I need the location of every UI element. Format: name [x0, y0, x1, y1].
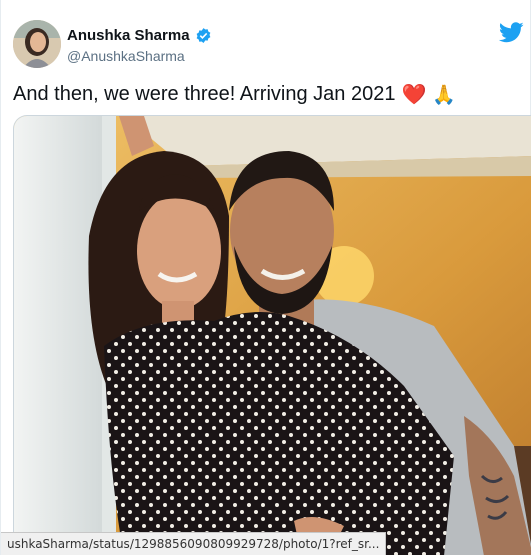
tweet-photo[interactable]: [13, 115, 531, 555]
author-name[interactable]: Anushka Sharma: [67, 27, 190, 44]
folded-hands-emoji-icon: 🙏: [432, 84, 457, 106]
browser-status-bar: ushkaSharma/status/1298856090809929728/p…: [1, 532, 387, 555]
tweet-card: Anushka Sharma @AnushkaSharma And then, …: [0, 0, 531, 555]
verified-badge-icon: [196, 28, 210, 43]
twitter-bird-icon[interactable]: [499, 22, 524, 43]
tweet-text-row: And then, we were three! Arriving Jan 20…: [13, 82, 456, 107]
author-avatar[interactable]: [13, 20, 61, 68]
author-handle[interactable]: @AnushkaSharma: [67, 48, 185, 64]
avatar-image: [13, 20, 61, 68]
couple-photo-image: [14, 116, 531, 555]
tweet-text: And then, we were three! Arriving Jan 20…: [13, 83, 396, 105]
heart-emoji-icon: ❤️: [401, 84, 427, 106]
author-name-row: Anushka Sharma: [67, 27, 212, 44]
